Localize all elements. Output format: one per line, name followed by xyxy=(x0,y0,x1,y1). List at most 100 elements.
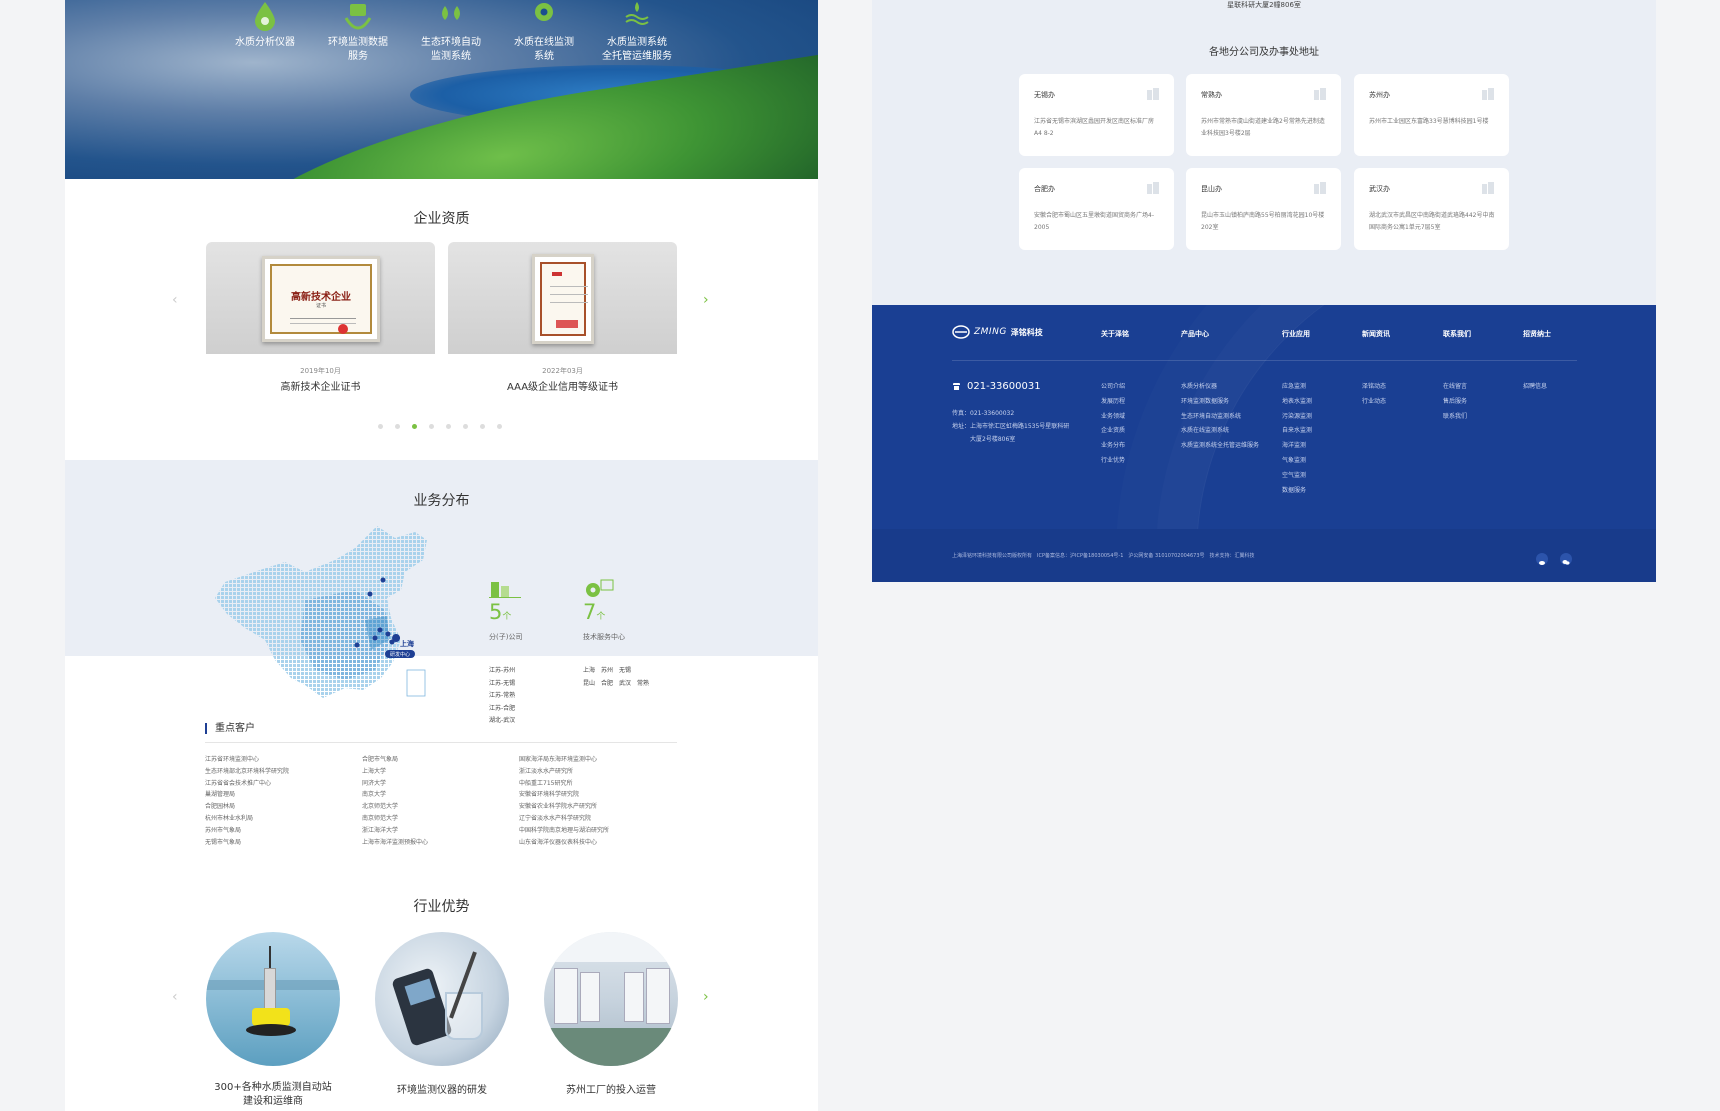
footer-link[interactable]: 污染源监测 xyxy=(1282,410,1312,425)
carousel-dot[interactable] xyxy=(446,424,451,429)
hero-item-managed-service[interactable]: 水质监测系统 全托管运维服务 xyxy=(590,0,684,64)
qualification-prev-arrow[interactable]: ‹ xyxy=(172,293,178,307)
cert-card-aaa[interactable] xyxy=(448,242,677,354)
building-icon xyxy=(1314,88,1326,100)
hero-item-label-2: 系统 xyxy=(534,51,554,62)
footer-col-title[interactable]: 新闻资讯 xyxy=(1362,329,1390,339)
footer-link[interactable]: 气象监测 xyxy=(1282,454,1312,469)
hero-item-label: 环境监测数据 xyxy=(328,37,388,48)
footer-link[interactable]: 应急监测 xyxy=(1282,380,1312,395)
footer-col-title[interactable]: 联系我们 xyxy=(1443,329,1471,339)
address-line: 地址：上海市徐汇区虹梅路1535号星联科研 xyxy=(952,423,1070,430)
footer-link[interactable]: 数据服务 xyxy=(1282,484,1312,499)
footer-link[interactable]: 地表水监测 xyxy=(1282,395,1312,410)
carousel-dot[interactable] xyxy=(378,424,383,429)
advantage-prev-arrow[interactable]: ‹ xyxy=(172,990,178,1004)
client-item: 山东省海洋仪器仪表科技中心 xyxy=(519,838,598,846)
hero-item-eco-monitor[interactable]: 生态环境自动 监测系统 xyxy=(404,0,498,64)
hero-item-env-data[interactable]: 环境监测数据 服务 xyxy=(311,0,405,64)
footer-link[interactable]: 泽铭动态 xyxy=(1362,380,1386,395)
client-item: 生态环境部北京环境科学研究院 xyxy=(205,767,290,775)
qualification-next-arrow[interactable]: › xyxy=(703,293,709,307)
building-icon xyxy=(1147,182,1159,194)
footer-link[interactable]: 在线留言 xyxy=(1443,380,1467,395)
office-address: 江苏省无锡市滨湖区蠡园开发区南区标准厂房A4 8-2 xyxy=(1034,118,1155,137)
office-card-wuxi[interactable]: 无锡办 江苏省无锡市滨湖区蠡园开发区南区标准厂房A4 8-2 xyxy=(1019,74,1174,156)
clients-col-2: 合肥市气象局 上海大学 同济大学 南京大学 北京师范大学 南京师范大学 浙江海洋… xyxy=(362,754,428,848)
cert-image xyxy=(532,254,594,344)
service-center-list: 上海 苏州 无锡 昆山 合肥 武汉 常熟 xyxy=(583,665,649,690)
footer-link[interactable]: 水质监测系统全托管运维服务 xyxy=(1181,439,1259,454)
footer-link[interactable]: 发展历程 xyxy=(1101,395,1125,410)
footer-link[interactable]: 水质在线监测系统 xyxy=(1181,424,1259,439)
footer-col-links: 应急监测 地表水监测 污染源监测 自来水监测 海洋监测 气象监测 空气监测 数据… xyxy=(1282,380,1312,498)
footer-link[interactable]: 企业资质 xyxy=(1101,424,1125,439)
footer-logo[interactable]: ZMING 泽铭科技 xyxy=(952,323,1043,341)
carousel-dot-active[interactable] xyxy=(412,424,417,429)
footer-contact: 传真：021-33600032 地址：上海市徐汇区虹梅路1535号星联科研 大厦… xyxy=(952,407,1069,446)
cabinet xyxy=(554,968,578,1024)
service-row: 昆山 合肥 武汉 常熟 xyxy=(583,679,650,687)
lab-instrument-image[interactable] xyxy=(375,932,509,1066)
footer-phone[interactable]: 021-33600031 xyxy=(952,381,1041,392)
wechat-icon[interactable] xyxy=(1560,553,1572,565)
footer-link[interactable]: 业务领域 xyxy=(1101,410,1125,425)
hero-item-water-analysis[interactable]: 水质分析仪器 xyxy=(218,0,312,50)
phone-number: 021-33600031 xyxy=(967,381,1041,392)
cabinet xyxy=(580,972,600,1022)
footer-link[interactable]: 行业优势 xyxy=(1101,454,1125,469)
footer-link[interactable]: 自来水监测 xyxy=(1282,424,1312,439)
office-card-changshu[interactable]: 常熟办 苏州市常熟市虞山街道建业路2号常熟先进制造业科技园3号楼2层 xyxy=(1186,74,1341,156)
footer-col-title[interactable]: 行业应用 xyxy=(1282,329,1310,339)
hero-item-online-monitor[interactable]: 水质在线监测 系统 xyxy=(497,0,591,64)
footer-col-title[interactable]: 招贤纳士 xyxy=(1523,329,1551,339)
footer-link[interactable]: 水质分析仪器 xyxy=(1181,380,1259,395)
advantage-next-arrow[interactable]: › xyxy=(703,990,709,1004)
office-card-hefei[interactable]: 合肥办 安徽合肥市蜀山区五里墩街道国贸商务广场4-2005 xyxy=(1019,168,1174,250)
carousel-dot[interactable] xyxy=(395,424,400,429)
buoy-station-image[interactable] xyxy=(206,932,340,1066)
office-card-suzhou[interactable]: 苏州办 苏州市工业园区东富路33号慧博科技园1号楼 xyxy=(1354,74,1509,156)
buoy-base xyxy=(246,1024,296,1036)
office-name: 苏州办 xyxy=(1369,91,1390,99)
factory-image[interactable] xyxy=(544,932,678,1066)
footer-link[interactable]: 售后服务 xyxy=(1443,395,1467,410)
divider xyxy=(205,742,677,743)
cert-card-high-tech[interactable]: 高新技术企业 证书 xyxy=(206,242,435,354)
footer-link[interactable]: 海洋监测 xyxy=(1282,439,1312,454)
stat-unit: 个 xyxy=(596,612,606,622)
client-item: 南京大学 xyxy=(362,791,387,799)
cert-name: AAA级企业信用等级证书 xyxy=(506,382,619,393)
office-card-wuhan[interactable]: 武汉办 湖北武汉市武昌区中南路街道武珞路442号中南国际商务公寓1单元7层5室 xyxy=(1354,168,1509,250)
footer-col-links: 公司介绍 发展历程 业务领域 企业资质 业务分布 行业优势 xyxy=(1101,380,1125,469)
footer-link[interactable]: 公司介绍 xyxy=(1101,380,1125,395)
building-icon xyxy=(1482,182,1494,194)
carousel-dot[interactable] xyxy=(463,424,468,429)
carousel-dot[interactable] xyxy=(480,424,485,429)
hero-banner: 水质分析仪器 环境监测数据 服务 生态环境自动 监测系统 水质在线监测 系统 水… xyxy=(65,0,818,179)
footer-link[interactable]: 生态环境自动监测系统 xyxy=(1181,410,1259,425)
footer-link[interactable]: 环境监测数据服务 xyxy=(1181,395,1259,410)
stat-unit: 个 xyxy=(502,612,512,622)
footer-col-title[interactable]: 关于泽铭 xyxy=(1101,329,1129,339)
footer-link[interactable]: 行业动态 xyxy=(1362,395,1386,410)
client-item: 辽宁省淡水水产科学研究院 xyxy=(519,814,592,822)
office-card-kunshan[interactable]: 昆山办 昆山市玉山镇柏庐南路55号柏丽湾花园10号楼202室 xyxy=(1186,168,1341,250)
footer-link[interactable]: 联系我们 xyxy=(1443,410,1467,425)
buoy-body xyxy=(264,968,276,1010)
cert-line xyxy=(550,294,588,295)
footer-col-links: 水质分析仪器 环境监测数据服务 生态环境自动监测系统 水质在线监测系统 水质监测… xyxy=(1181,380,1259,454)
cert-date: 2022年03月 xyxy=(542,367,583,375)
gear-icon xyxy=(535,3,553,21)
carousel-dot[interactable] xyxy=(429,424,434,429)
footer-link[interactable]: 招聘信息 xyxy=(1523,380,1547,395)
right-page: 星联科研大厦2幢806室 各地分公司及办事处地址 无锡办 江苏省无锡市滨湖区蠡园… xyxy=(872,0,1656,582)
branch-item: 江苏-常熟 xyxy=(489,692,516,699)
cabinet xyxy=(624,972,644,1022)
map-city-label: 上海 xyxy=(400,639,414,648)
footer-link[interactable]: 空气监测 xyxy=(1282,469,1312,484)
carousel-dot[interactable] xyxy=(497,424,502,429)
footer-col-title[interactable]: 产品中心 xyxy=(1181,329,1209,339)
footer-link[interactable]: 业务分布 xyxy=(1101,439,1125,454)
weibo-icon[interactable] xyxy=(1536,553,1548,565)
